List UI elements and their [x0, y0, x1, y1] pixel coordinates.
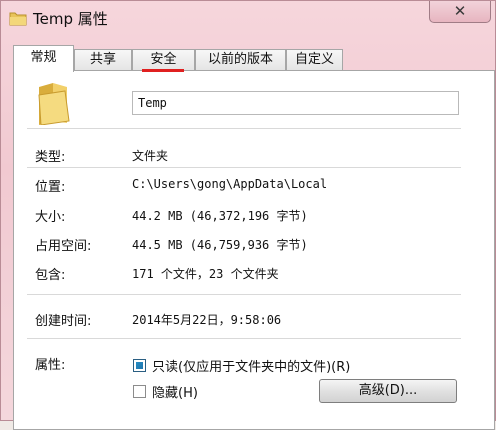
tab-general[interactable]: 常规 [13, 45, 74, 72]
location-value: C:\Users\gong\AppData\Local [132, 177, 328, 191]
contains-value: 171 个文件，23 个文件夹 [132, 267, 279, 281]
type-label: 类型: [35, 150, 66, 165]
contains-label: 包含: [35, 268, 66, 283]
divider [27, 167, 461, 168]
location-label: 位置: [35, 180, 66, 195]
close-button[interactable]: ✕ [429, 1, 491, 23]
tab-label: 常规 [30, 50, 57, 65]
tab-label: 以前的版本 [207, 52, 273, 67]
tab-strip: 常规 共享 安全 以前的版本 自定义 [13, 45, 493, 72]
security-tab-highlight [142, 69, 184, 72]
tab-label: 安全 [150, 52, 177, 67]
size-on-disk-label: 占用空间: [35, 239, 92, 254]
size-on-disk-value: 44.5 MB (46,759,936 字节) [132, 238, 308, 252]
folder-name-input[interactable]: Temp [132, 91, 459, 115]
tab-previous-versions[interactable]: 以前的版本 [195, 49, 286, 71]
tab-security[interactable]: 安全 [132, 49, 195, 71]
type-value: 文件夹 [132, 149, 169, 163]
divider [27, 128, 461, 129]
title-bar[interactable]: Temp 属性 ✕ [1, 1, 496, 37]
created-value: 2014年5月22日，9:58:06 [132, 313, 282, 327]
tab-sharing[interactable]: 共享 [74, 49, 132, 71]
window-title: Temp 属性 [33, 10, 108, 28]
divider [27, 338, 461, 339]
advanced-button[interactable]: 高级(D)... [319, 379, 457, 403]
readonly-label[interactable]: 只读(仅应用于文件夹中的文件)(R) [152, 356, 350, 375]
tab-customize[interactable]: 自定义 [286, 49, 343, 71]
folder-icon [9, 12, 27, 26]
readonly-checkbox[interactable] [133, 359, 146, 372]
created-label: 创建时间: [35, 314, 92, 329]
tab-label: 自定义 [294, 52, 334, 67]
divider [27, 294, 461, 295]
attributes-label: 属性: [35, 358, 66, 373]
tab-label: 共享 [89, 52, 116, 67]
close-icon: ✕ [453, 2, 467, 20]
size-value: 44.2 MB (46,372,196 字节) [132, 209, 308, 223]
hidden-label[interactable]: 隐藏(H) [152, 382, 198, 401]
size-label: 大小: [35, 210, 66, 225]
folder-icon [38, 83, 70, 125]
hidden-checkbox[interactable] [133, 385, 146, 398]
properties-window: Temp 属性 ✕ 常规 共享 安全 以前的版本 自定义 Temp 类型: 文件… [0, 0, 496, 430]
